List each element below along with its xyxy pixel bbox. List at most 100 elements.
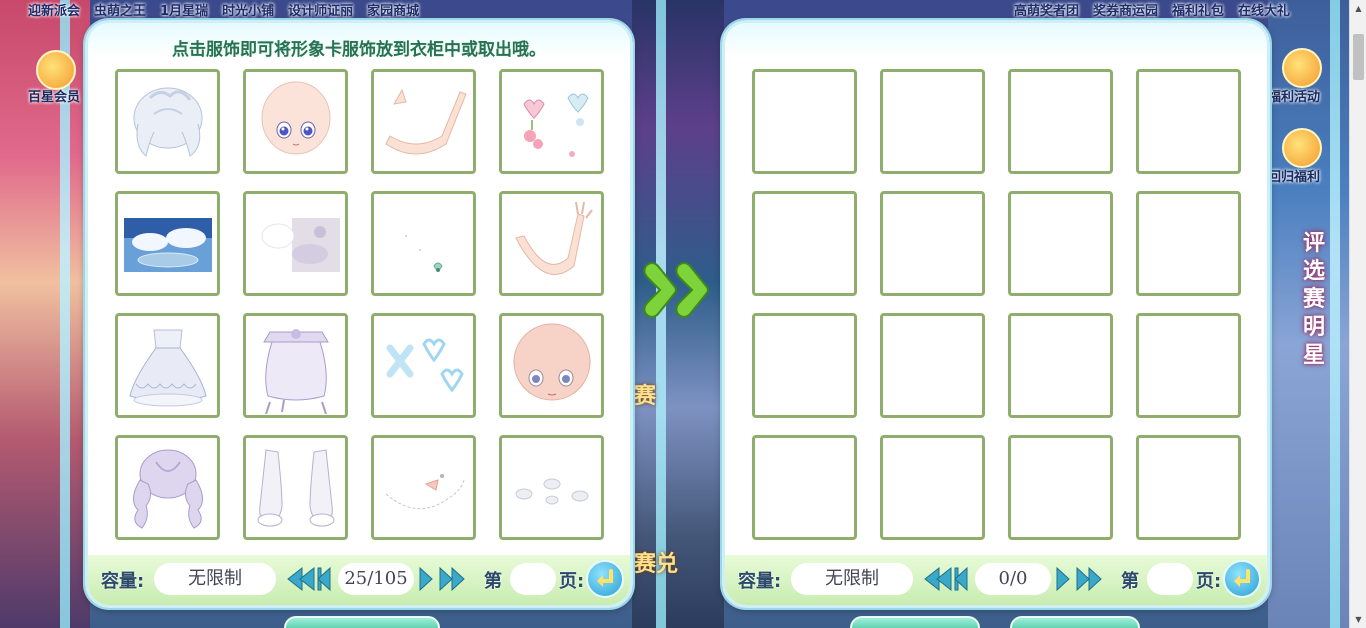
top-menu-item[interactable]: 奖券商运园 <box>1093 0 1158 22</box>
heart-accessory-icon <box>522 93 589 157</box>
next-page-button[interactable] <box>1055 566 1071 592</box>
page-number-input[interactable] <box>510 563 556 595</box>
top-menu-item[interactable]: 虫萌之王 <box>94 0 146 22</box>
side-label-return[interactable]: 回归福利 <box>1268 166 1320 185</box>
item-slot[interactable] <box>115 313 220 418</box>
empty-slot[interactable] <box>752 191 857 296</box>
pink-face-icon <box>513 323 590 400</box>
hearts-decoration-icon <box>386 338 464 392</box>
empty-slot[interactable] <box>1136 69 1241 174</box>
page-suffix: 页: <box>559 571 585 592</box>
top-menu-item[interactable]: 时光小铺 <box>222 0 274 22</box>
page-scrollbar[interactable]: ▲ ▼ <box>1349 0 1366 628</box>
raised-arm-icon <box>514 201 593 275</box>
white-boots-icon <box>257 448 334 526</box>
item-slot[interactable] <box>371 191 476 296</box>
arm-pose-icon <box>384 88 467 154</box>
top-menu-item[interactable]: 设计师证丽 <box>288 0 353 22</box>
right-arrow-icon <box>419 566 433 592</box>
enter-arrow-icon <box>597 569 613 587</box>
capacity-value: 无限制 <box>154 563 276 595</box>
doll-face-icon <box>261 81 330 154</box>
item-slot[interactable] <box>499 191 604 296</box>
panel-footer: 容量: 无限制 25/105 第 页: <box>88 555 630 605</box>
empty-slot[interactable] <box>1008 435 1113 540</box>
empty-slot[interactable] <box>880 69 985 174</box>
double-right-arrow-icon <box>1076 566 1102 592</box>
empty-slot[interactable] <box>880 313 985 418</box>
page-indicator: 25/105 <box>338 563 414 595</box>
empty-slot[interactable] <box>1136 435 1241 540</box>
top-menu-item[interactable]: 福利礼包 <box>1172 0 1224 22</box>
white-hair-icon <box>133 87 202 157</box>
empty-slot[interactable] <box>752 69 857 174</box>
item-slot[interactable] <box>115 191 220 296</box>
item-slot[interactable] <box>243 69 348 174</box>
item-slot[interactable] <box>115 69 220 174</box>
go-to-page-button[interactable] <box>1223 560 1261 598</box>
side-label-activity[interactable]: 福利活动 <box>1268 86 1320 105</box>
item-slot[interactable] <box>371 313 476 418</box>
right-arrow-icon <box>1056 566 1070 592</box>
panel-hint: 点击服饰即可将形象卡服饰放到衣柜中或取出哦。 <box>172 40 546 60</box>
item-slot[interactable] <box>371 435 476 540</box>
enter-arrow-icon <box>1234 569 1250 587</box>
card-items-panel: 点击服饰即可将形象卡服饰放到衣柜中或取出哦。 容量: 无限制 25/105 第 … <box>85 20 633 608</box>
item-slot[interactable] <box>371 69 476 174</box>
gift-icon[interactable] <box>1282 48 1322 88</box>
page-number-input[interactable] <box>1147 563 1193 595</box>
item-slot[interactable] <box>499 69 604 174</box>
lavender-curly-hair-icon <box>132 449 203 529</box>
wardrobe-panel: 容量: 无限制 0/0 第 页: <box>722 20 1270 608</box>
page-prefix: 第 <box>1121 571 1139 592</box>
page-suffix: 页: <box>1196 571 1222 592</box>
last-page-button[interactable] <box>438 566 468 592</box>
center-background-text: 赛兑 <box>634 552 679 577</box>
item-slot[interactable] <box>243 435 348 540</box>
sky-background-icon <box>123 217 212 272</box>
next-page-button[interactable] <box>418 566 434 592</box>
top-menu-left: 迎新派会 虫萌之王 1月星瑞 时光小铺 设计师证丽 家园商城 <box>28 0 419 22</box>
return-icon[interactable] <box>1282 128 1322 168</box>
empty-slot[interactable] <box>1136 313 1241 418</box>
empty-slot[interactable] <box>752 435 857 540</box>
item-slot[interactable] <box>115 435 220 540</box>
scrollbar-thumb[interactable] <box>1353 34 1364 80</box>
go-to-page-button[interactable] <box>586 560 624 598</box>
item-slot[interactable] <box>499 313 604 418</box>
item-slot[interactable] <box>499 435 604 540</box>
bottom-button[interactable] <box>1010 616 1140 628</box>
vertical-banner[interactable]: 评选赛明星 <box>1296 230 1332 370</box>
last-page-button[interactable] <box>1075 566 1105 592</box>
top-menu-item[interactable]: 高萌奖者团 <box>1014 0 1079 22</box>
double-right-arrow-icon <box>439 566 465 592</box>
top-menu-item[interactable]: 迎新派会 <box>28 0 80 22</box>
wardrobe-grid <box>752 69 1241 540</box>
top-menu-item[interactable]: 在线大礼 <box>1238 0 1290 22</box>
top-menu-item[interactable]: 1月星瑞 <box>160 0 208 22</box>
empty-slot[interactable] <box>880 191 985 296</box>
empty-slot[interactable] <box>1008 313 1113 418</box>
scroll-down-arrow-icon[interactable]: ▼ <box>1350 611 1366 628</box>
top-menu-item[interactable]: 家园商城 <box>367 0 419 22</box>
empty-slot[interactable] <box>880 435 985 540</box>
left-arrow-icon <box>317 566 331 592</box>
empty-slot[interactable] <box>752 313 857 418</box>
cloud-ornament-icon <box>515 478 588 504</box>
empty-slot[interactable] <box>1008 191 1113 296</box>
prev-page-button[interactable] <box>316 566 332 592</box>
top-menu-right: 高萌奖者团 奖券商运园 福利礼包 在线大礼 <box>1014 0 1290 22</box>
bottom-button[interactable] <box>284 616 440 628</box>
empty-slot[interactable] <box>1008 69 1113 174</box>
left-arrow-icon <box>954 566 968 592</box>
vip-icon[interactable] <box>36 50 76 90</box>
side-label-vip[interactable]: 百星会员 <box>28 86 80 105</box>
bottom-button[interactable] <box>850 616 980 628</box>
empty-slot[interactable] <box>1136 191 1241 296</box>
item-slot[interactable] <box>243 191 348 296</box>
item-slot[interactable] <box>243 313 348 418</box>
panel-footer: 容量: 无限制 0/0 第 页: <box>725 555 1267 605</box>
transfer-button[interactable] <box>640 258 718 322</box>
prev-page-button[interactable] <box>953 566 969 592</box>
scroll-up-arrow-icon[interactable]: ▲ <box>1350 0 1366 17</box>
